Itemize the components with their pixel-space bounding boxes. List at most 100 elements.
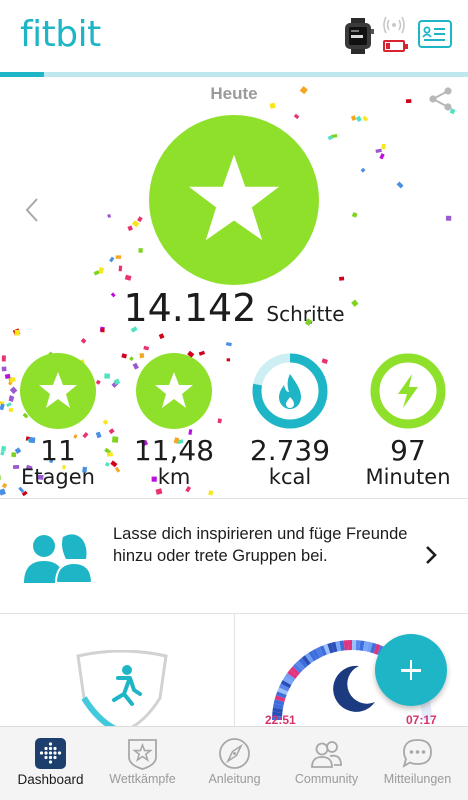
- battery-low-icon: [383, 40, 408, 52]
- confetti-piece: [1, 355, 6, 362]
- messages-icon: [402, 739, 432, 768]
- confetti-piece: [0, 488, 6, 496]
- confetti-piece: [108, 428, 115, 435]
- confetti-piece: [226, 358, 231, 362]
- floors-label: Etagen: [21, 465, 95, 489]
- confetti-piece: [360, 167, 366, 173]
- previous-day-chevron-icon[interactable]: [22, 196, 42, 224]
- confetti-piece: [143, 345, 150, 351]
- fitbit-logo: fitbit: [20, 14, 101, 55]
- moon-icon: [333, 665, 375, 712]
- confetti-piece: [351, 212, 358, 218]
- sync-progress-bar: [0, 72, 468, 77]
- calories-value: 2.739: [249, 434, 331, 467]
- confetti-piece: [381, 143, 386, 150]
- stat-calories[interactable]: 2.739 kcal: [240, 352, 340, 492]
- inspiration-text: Lasse dich inspirieren und füge Freunde …: [113, 525, 408, 565]
- confetti-piece: [1, 445, 7, 452]
- compass-icon: [219, 738, 250, 769]
- confetti-piece: [362, 115, 369, 122]
- confetti-piece: [350, 115, 357, 121]
- steps-value: 14.142: [123, 286, 257, 330]
- sleep-stage-segment: [347, 640, 352, 651]
- signal-icon: [383, 16, 405, 34]
- active-minutes-value: 97: [390, 434, 426, 467]
- people-icon: [24, 534, 94, 584]
- add-entry-button[interactable]: [375, 634, 447, 706]
- distance-value: 11,48: [133, 434, 215, 467]
- sleep-stage-segment: [352, 640, 357, 651]
- confetti-piece: [1, 482, 8, 489]
- sleep-end-time: 07:17: [406, 713, 437, 727]
- confetti-piece: [80, 338, 87, 344]
- confetti-piece: [124, 274, 132, 281]
- stat-active-minutes[interactable]: 97 Minuten: [358, 352, 458, 492]
- nav-label: Anleitung: [208, 772, 261, 786]
- confetti-piece: [1, 366, 7, 372]
- stat-distance[interactable]: 11,48 km: [124, 352, 224, 492]
- confetti-piece: [118, 265, 123, 272]
- star-icon: [188, 154, 280, 241]
- floors-goal-circle: [20, 353, 96, 429]
- confetti-piece: [138, 248, 143, 253]
- steps-goal-circle[interactable]: [149, 115, 319, 285]
- fitbit-dashboard: fitbit Heute 14.142 Schritte 11 Etagen 1…: [0, 0, 468, 800]
- share-icon[interactable]: [428, 86, 454, 112]
- confetti-piece: [131, 220, 140, 228]
- confetti-piece: [355, 115, 362, 123]
- confetti-piece: [379, 153, 385, 160]
- nav-label: Mitteilungen: [383, 772, 452, 786]
- confetti-piece: [158, 333, 165, 340]
- confetti-piece: [107, 214, 112, 218]
- confetti-piece: [137, 216, 143, 223]
- steps-readout: 14.142 Schritte: [0, 286, 468, 330]
- confetti-piece: [339, 276, 345, 281]
- friends-inspiration-card[interactable]: Lasse dich inspirieren und füge Freunde …: [0, 499, 468, 614]
- chevron-right-icon[interactable]: [424, 545, 438, 565]
- confetti-piece: [127, 225, 133, 232]
- nav-label: Dashboard: [17, 772, 84, 787]
- app-header: fitbit: [0, 0, 468, 72]
- nav-label: Community: [294, 772, 359, 786]
- confetti-piece: [293, 113, 300, 120]
- nav-notifications[interactable]: Mitteilungen: [371, 727, 464, 800]
- exercise-badge-icon: [76, 650, 168, 732]
- confetti-piece: [115, 255, 122, 259]
- smartwatch-icon[interactable]: [342, 18, 374, 54]
- confetti-piece: [375, 148, 382, 153]
- confetti-piece: [445, 215, 452, 221]
- confetti-piece: [396, 181, 404, 189]
- confetti-piece: [110, 460, 118, 468]
- distance-goal-circle: [136, 353, 212, 429]
- lightning-icon: [398, 374, 418, 408]
- bottom-navigation: Dashboard Wettkämpfe Anleitung Community…: [0, 726, 468, 800]
- confetti-piece: [0, 451, 5, 456]
- floors-value: 11: [40, 434, 76, 467]
- profile-card-icon[interactable]: [418, 20, 452, 48]
- active-minutes-progress-ring: [370, 353, 446, 429]
- calories-label: kcal: [268, 465, 312, 489]
- steps-unit: Schritte: [266, 302, 345, 326]
- confetti-piece: [114, 466, 121, 473]
- dashboard-icon: [35, 738, 66, 769]
- confetti-piece: [109, 256, 115, 263]
- challenges-star-icon: [128, 739, 157, 770]
- nav-label: Wettkämpfe: [109, 772, 176, 786]
- nav-challenges[interactable]: Wettkämpfe: [96, 727, 189, 800]
- active-minutes-label: Minuten: [365, 465, 451, 489]
- confetti-piece: [225, 342, 232, 347]
- sleep-start-time: 22:51: [265, 713, 296, 727]
- confetti-piece: [0, 403, 5, 411]
- exercise-tile[interactable]: [0, 614, 234, 732]
- distance-label: km: [157, 465, 191, 489]
- date-label: Heute: [210, 84, 258, 103]
- community-icon: [311, 741, 342, 768]
- stat-floors[interactable]: 11 Etagen: [8, 352, 108, 492]
- confetti-piece: [0, 474, 1, 481]
- calories-progress-ring: [252, 353, 328, 429]
- nav-dashboard[interactable]: Dashboard: [4, 727, 97, 800]
- nav-guidance[interactable]: Anleitung: [188, 727, 281, 800]
- confetti-piece: [14, 329, 20, 336]
- confetti-piece: [111, 436, 119, 443]
- nav-community[interactable]: Community: [280, 727, 373, 800]
